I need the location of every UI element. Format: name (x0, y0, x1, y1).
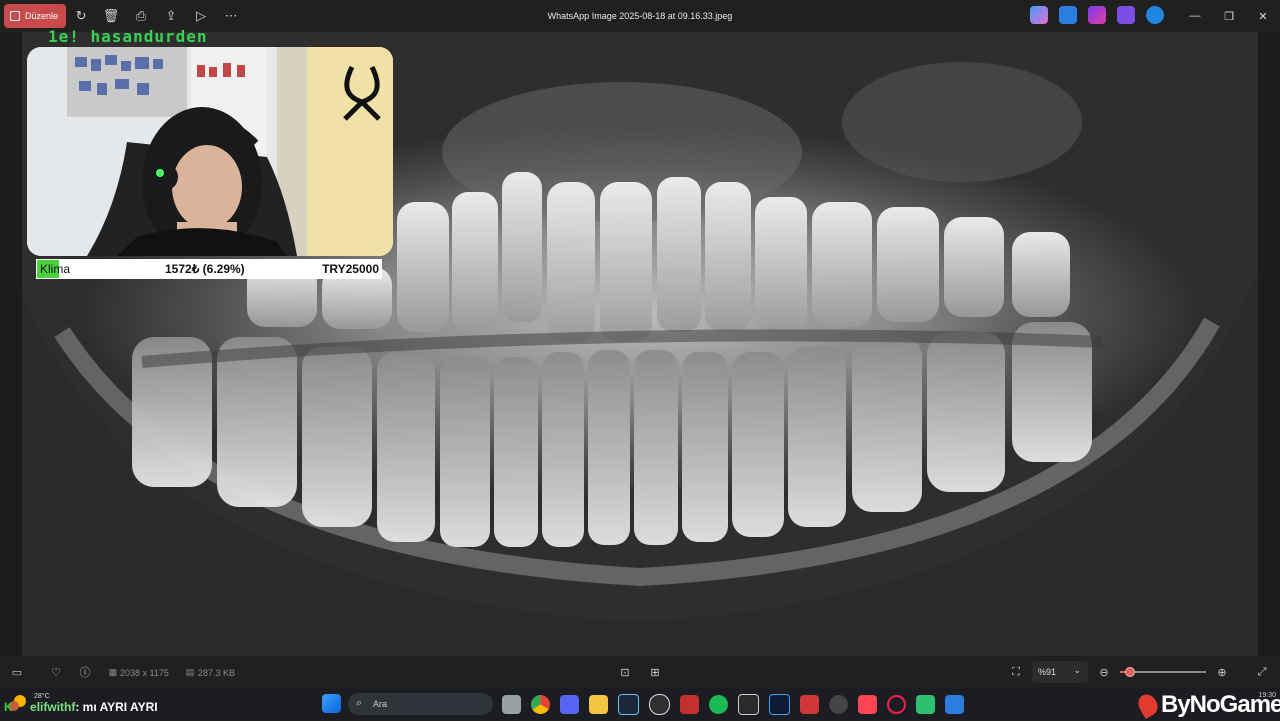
image-file-size: 287.3 KB (198, 668, 236, 678)
taskbar-clock[interactable]: 19:30 (1258, 692, 1276, 699)
steam-icon[interactable] (618, 694, 639, 715)
streamdeck-icon[interactable] (916, 695, 935, 714)
designer-icon[interactable] (1117, 6, 1135, 24)
search-icon: ⌕ (356, 697, 363, 709)
visual-search-icon[interactable]: ⊡ (617, 664, 633, 680)
file-explorer-icon[interactable] (589, 695, 608, 714)
opera-gx-icon[interactable] (887, 695, 906, 714)
chat-username: elifwithf (30, 700, 76, 714)
edit-button[interactable]: Düzenle (4, 4, 67, 28)
edit-icon (10, 11, 20, 21)
chevron-down-icon: ⌄ (1073, 665, 1081, 675)
dimensions-icon: ▦ (108, 666, 118, 677)
spotify-icon[interactable] (709, 695, 728, 714)
fullscreen-icon[interactable]: ⤢ (1254, 664, 1270, 680)
donation-current-amount: 1572₺ (6.29%) (165, 262, 245, 276)
scan-text-icon[interactable]: ⊞ (647, 664, 663, 680)
fit-to-window-icon[interactable]: ⛶ (1008, 664, 1024, 680)
taskbar-running-apps (502, 694, 964, 715)
edit-button-label: Düzenle (25, 11, 59, 21)
onedrive-icon[interactable] (1146, 6, 1164, 24)
chat-text: : mı AYRI AYRI (75, 700, 158, 714)
close-icon[interactable]: ✕ (1246, 0, 1280, 32)
title-app-icons (1030, 6, 1164, 24)
window-controls: — ❐ ✕ (1178, 0, 1280, 32)
task-view-icon[interactable] (502, 695, 521, 714)
info-icon[interactable]: ⓘ (77, 664, 93, 680)
follower-alert-text: 1e! hasandurden (48, 27, 208, 46)
zoom-level-dropdown[interactable]: %91 ⌄ (1032, 661, 1088, 683)
donation-goal-bar: Klima 1572₺ (6.29%) TRY25000 (36, 259, 382, 279)
favorite-heart-icon[interactable]: ♡ (48, 664, 64, 680)
photos-app-icon[interactable] (1059, 6, 1077, 24)
valorant-icon[interactable] (858, 695, 877, 714)
copilot-icon[interactable] (1030, 6, 1048, 24)
photoshop-icon[interactable] (769, 694, 790, 715)
photos-taskbar-icon[interactable] (945, 695, 964, 714)
bynogame-logo-icon (1134, 690, 1162, 720)
filmstrip-icon[interactable]: ▭ (9, 664, 25, 680)
chat-badge: K (4, 700, 13, 714)
zoom-out-icon[interactable]: ⊖ (1096, 664, 1112, 680)
image-dimensions: 2038 x 1175 (120, 668, 169, 678)
epic-games-icon[interactable] (738, 694, 759, 715)
zoom-level-value: %91 (1038, 667, 1057, 677)
twitter-app-icon[interactable] (680, 695, 699, 714)
riot-client-icon[interactable] (800, 695, 819, 714)
zoom-in-icon[interactable]: ⊕ (1214, 664, 1230, 680)
chrome-icon[interactable] (531, 695, 550, 714)
donation-item-name: Klima (40, 262, 71, 276)
stream-chat-message: K elifwithf: mı AYRI AYRI (4, 700, 158, 714)
donation-goal-amount: TRY25000 (322, 262, 379, 276)
obs-icon[interactable] (649, 694, 670, 715)
webcam-overlay (27, 47, 393, 256)
zoom-slider[interactable] (1120, 667, 1206, 677)
minimize-icon[interactable]: — (1178, 0, 1212, 32)
webcam-feed-image (27, 47, 393, 256)
taskbar-search-box[interactable]: ⌕ Ara (348, 693, 493, 715)
gog-galaxy-icon[interactable] (829, 695, 848, 714)
maximize-icon[interactable]: ❐ (1212, 0, 1246, 32)
clipchamp-icon[interactable] (1088, 6, 1106, 24)
weather-temperature: 28°C (34, 693, 50, 700)
search-placeholder: Ara (373, 699, 388, 709)
taskbar-pinned-apps (322, 694, 341, 713)
file-size-icon: ▤ (185, 666, 195, 677)
more-options-icon[interactable]: ⋯ (216, 0, 246, 32)
discord-icon[interactable] (560, 695, 579, 714)
start-menu-icon[interactable] (322, 694, 341, 713)
